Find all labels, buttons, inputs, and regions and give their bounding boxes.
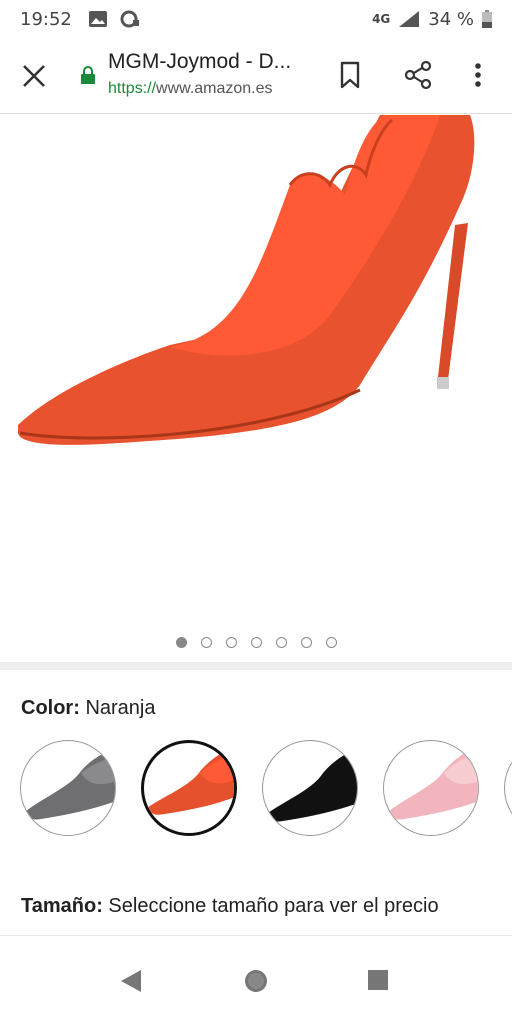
android-nav-bar: [0, 935, 512, 1024]
home-icon[interactable]: [243, 968, 269, 994]
share-icon[interactable]: [404, 60, 432, 90]
color-selection-label: Color: Naranja: [21, 697, 156, 720]
product-image[interactable]: [0, 115, 512, 635]
color-swatches: [20, 740, 512, 842]
section-divider: [0, 662, 512, 670]
swatch-pink[interactable]: [383, 740, 479, 836]
network-type: 4G: [372, 12, 391, 26]
color-label: Color:: [21, 697, 80, 719]
status-bar: 19:52 4G 34 %: [0, 0, 512, 38]
status-time: 19:52: [20, 8, 72, 30]
bookmark-icon[interactable]: [338, 60, 362, 90]
size-selection-label[interactable]: Tamaño: Seleccione tamaño para ver el pr…: [21, 895, 439, 918]
carousel-dot[interactable]: [250, 636, 262, 648]
more-menu-icon[interactable]: [470, 60, 486, 90]
swatch-gray[interactable]: [20, 740, 116, 836]
url-domain: www.amazon.es: [156, 80, 273, 97]
size-value: Seleccione tamaño para ver el precio: [108, 895, 439, 917]
carousel-dot[interactable]: [275, 636, 287, 648]
browser-toolbar: MGM-Joymod - D... https://www.amazon.es: [0, 38, 512, 114]
signal-icon: [399, 11, 420, 27]
gallery-icon: [88, 11, 107, 27]
swatch-black[interactable]: [262, 740, 358, 836]
back-icon[interactable]: [119, 968, 143, 994]
page-title[interactable]: MGM-Joymod - D...: [108, 50, 308, 74]
carousel-dot[interactable]: [300, 636, 312, 648]
carousel-dot[interactable]: [325, 636, 337, 648]
battery-icon: [482, 10, 492, 28]
swatch-orange[interactable]: [141, 740, 237, 836]
sync-icon: [120, 10, 139, 28]
size-label: Tamaño:: [21, 895, 103, 917]
carousel-indicator: [0, 632, 512, 652]
close-icon[interactable]: [20, 62, 48, 90]
url-scheme: https://: [108, 80, 157, 97]
shoe-image: [18, 115, 475, 445]
carousel-dot[interactable]: [225, 636, 237, 648]
carousel-dot[interactable]: [200, 636, 212, 648]
lock-icon: [81, 66, 95, 84]
swatch-more[interactable]: [504, 740, 512, 836]
url-text[interactable]: https://www.amazon.es: [108, 80, 273, 98]
color-value: Naranja: [85, 697, 156, 719]
battery-percent: 34 %: [428, 8, 474, 30]
carousel-dot[interactable]: [175, 636, 187, 648]
recent-apps-icon[interactable]: [367, 969, 389, 991]
